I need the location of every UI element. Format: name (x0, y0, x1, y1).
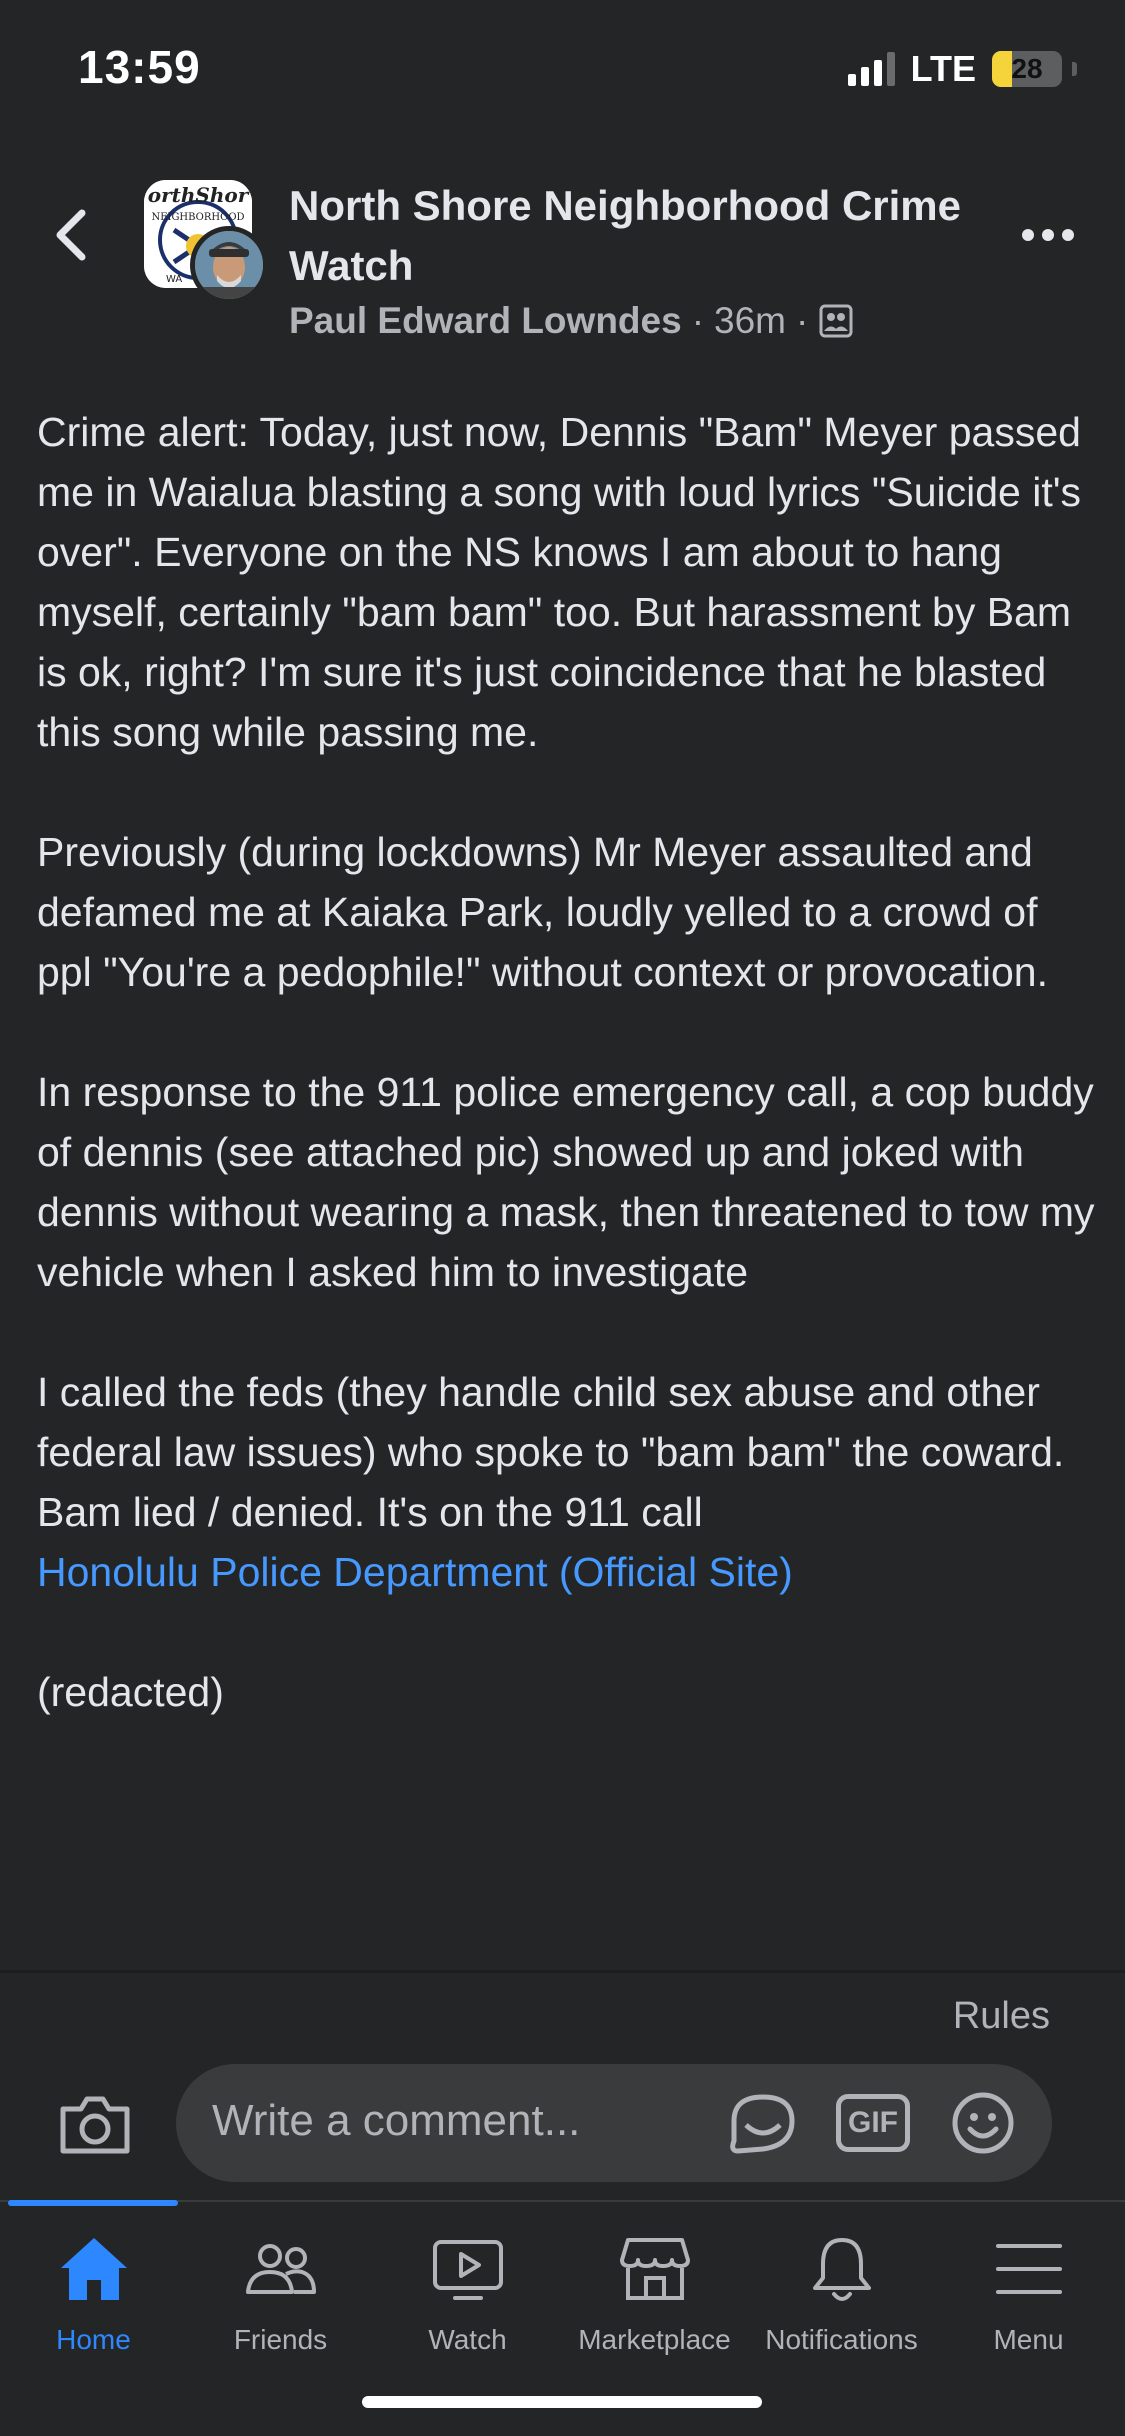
marketplace-icon (619, 2238, 690, 2300)
tab-notifications[interactable]: Notifications (748, 2230, 935, 2370)
camera-icon (60, 2096, 130, 2154)
post-meta: Paul Edward Lowndes · 36m · (289, 300, 854, 342)
signal-icon (847, 52, 895, 86)
dot (1042, 229, 1054, 241)
post-detail-screen: 13:59 LTE 28 orthShor NEIGHBORHOOD WA No… (0, 0, 1125, 2436)
tab-menu[interactable]: Menu (935, 2230, 1122, 2370)
dot (1022, 229, 1034, 241)
post-paragraph-with-link: I called the feds (they handle child sex… (37, 1362, 1097, 1602)
post-time[interactable]: 36m (714, 300, 786, 342)
bell-icon (812, 2238, 871, 2301)
author-name[interactable]: Paul Edward Lowndes (289, 300, 682, 342)
back-button[interactable] (40, 200, 100, 270)
group-avatar-stack[interactable]: orthShor NEIGHBORHOOD WA (144, 180, 269, 305)
status-time: 13:59 (78, 41, 201, 93)
battery-percent: 28 (1011, 53, 1043, 84)
battery-icon: 28 (992, 51, 1062, 87)
more-options-button[interactable] (1013, 215, 1083, 255)
tab-watch[interactable]: Watch (374, 2230, 561, 2370)
group-logo-text-top: orthShor (148, 183, 250, 207)
tab-label: Marketplace (578, 2324, 731, 2355)
friends-icon (245, 2244, 316, 2294)
tab-label: Notifications (765, 2324, 918, 2355)
gif-label: GIF (848, 2106, 898, 2139)
group-members-icon (819, 304, 853, 338)
tab-home[interactable]: Home (0, 2230, 187, 2370)
meta-separator: · (796, 300, 809, 341)
emoji-icon[interactable] (946, 2091, 1020, 2155)
group-logo-text-mid: NEIGHBORHOOD (151, 212, 244, 223)
comment-input[interactable]: Write a comment... GIF (176, 2064, 1052, 2182)
comment-placeholder: Write a comment... (212, 2096, 581, 2145)
hpd-link[interactable]: Honolulu Police Department (Official Sit… (37, 1549, 793, 1595)
post-paragraph: In response to the 911 police emergency … (37, 1069, 1095, 1295)
tab-marketplace[interactable]: Marketplace (561, 2230, 748, 2370)
group-name[interactable]: North Shore Neighborhood Crime Watch (289, 176, 989, 296)
camera-button[interactable] (55, 2085, 135, 2165)
tab-label: Friends (233, 2324, 328, 2355)
author-avatar (190, 226, 268, 304)
menu-icon (995, 2244, 1062, 2294)
tab-label: Home (56, 2324, 131, 2355)
post-paragraph: Crime alert: Today, just now, Dennis "Ba… (37, 409, 1082, 755)
post-header: orthShor NEIGHBORHOOD WA North Shore Nei… (0, 170, 1125, 360)
gif-button[interactable]: GIF (836, 2094, 910, 2152)
home-icon (60, 2238, 127, 2300)
active-tab-indicator (8, 2200, 178, 2206)
battery-cap (1072, 62, 1077, 76)
divider (0, 1970, 1125, 1973)
tab-label: Watch (428, 2324, 507, 2355)
post-paragraph: Previously (during lockdowns) Mr Meyer a… (37, 829, 1048, 995)
watch-icon (432, 2240, 503, 2300)
status-bar: 13:59 LTE 28 (0, 0, 1125, 140)
rules-link[interactable]: Rules (953, 1995, 1050, 2038)
chevron-left-icon (56, 209, 86, 261)
post-footer-text: (redacted) (37, 1669, 224, 1715)
avatar-sticker-icon[interactable] (726, 2091, 800, 2155)
home-indicator[interactable] (362, 2396, 762, 2408)
status-indicators: LTE 28 (847, 48, 1077, 90)
network-type: LTE (910, 48, 976, 89)
tab-label: Menu (993, 2324, 1064, 2355)
post-body: Crime alert: Today, just now, Dennis "Ba… (37, 402, 1097, 1722)
dot (1062, 229, 1074, 241)
post-paragraph-text: I called the feds (they handle child sex… (37, 1369, 1065, 1535)
group-logo-text-bottom: WA (166, 274, 182, 285)
tab-friends[interactable]: Friends (187, 2230, 374, 2370)
meta-separator: · (691, 300, 705, 341)
